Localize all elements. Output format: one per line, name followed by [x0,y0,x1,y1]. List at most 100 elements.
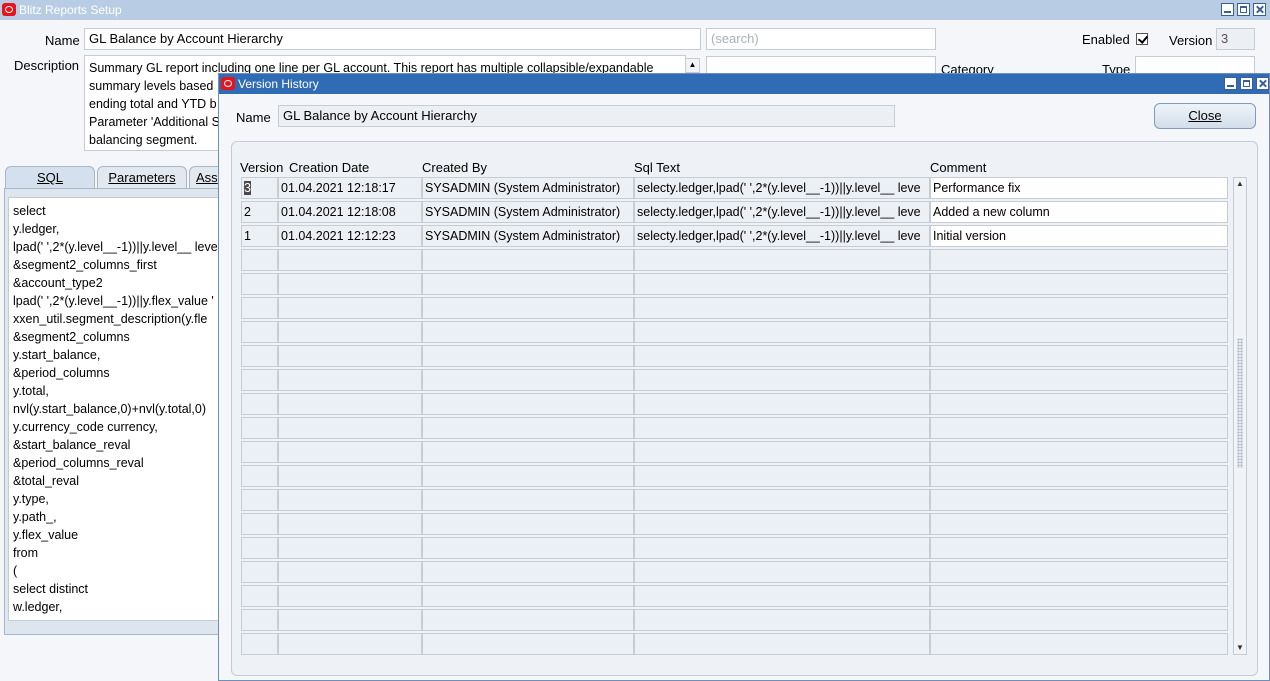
maximize-icon[interactable] [1237,3,1250,16]
empty-row-created-by[interactable] [422,369,634,391]
empty-row-comment[interactable] [930,297,1228,319]
empty-row-comment[interactable] [930,417,1228,439]
empty-row-date[interactable] [278,489,422,511]
empty-row-created-by[interactable] [422,585,634,607]
empty-row-sql-text[interactable] [634,273,930,295]
empty-row-version[interactable] [241,369,278,391]
empty-row-version[interactable] [241,393,278,415]
empty-row-comment[interactable] [930,585,1228,607]
empty-row-sql-text[interactable] [634,249,930,271]
empty-row-date[interactable] [278,393,422,415]
empty-row-comment[interactable] [930,633,1228,655]
minimize-icon[interactable] [1221,3,1234,16]
empty-row-comment[interactable] [930,369,1228,391]
empty-row-sql-text[interactable] [634,369,930,391]
empty-row-comment[interactable] [930,513,1228,535]
empty-row-version[interactable] [241,633,278,655]
table-row-sql-text[interactable]: selecty.ledger,lpad(' ',2*(y.level__-1))… [634,225,930,247]
empty-row-sql-text[interactable] [634,633,930,655]
empty-row-date[interactable] [278,441,422,463]
table-row-version[interactable]: 2 [241,201,278,223]
empty-row-comment[interactable] [930,249,1228,271]
empty-row-sql-text[interactable] [634,537,930,559]
empty-row-sql-text[interactable] [634,345,930,367]
empty-row-version[interactable] [241,561,278,583]
table-row-comment[interactable]: Initial version [930,225,1228,247]
empty-row-sql-text[interactable] [634,561,930,583]
tab-sql[interactable]: SQL [5,166,95,189]
empty-row-date[interactable] [278,609,422,631]
scroll-grip-icon[interactable] [1237,338,1243,468]
empty-row-version[interactable] [241,273,278,295]
empty-row-sql-text[interactable] [634,585,930,607]
empty-row-version[interactable] [241,489,278,511]
empty-row-date[interactable] [278,369,422,391]
empty-row-version[interactable] [241,441,278,463]
empty-row-version[interactable] [241,585,278,607]
empty-row-created-by[interactable] [422,273,634,295]
empty-row-comment[interactable] [930,609,1228,631]
empty-row-date[interactable] [278,345,422,367]
empty-row-comment[interactable] [930,537,1228,559]
empty-row-comment[interactable] [930,393,1228,415]
empty-row-comment[interactable] [930,345,1228,367]
empty-row-created-by[interactable] [422,249,634,271]
report-name-field[interactable]: GL Balance by Account Hierarchy [84,28,701,50]
empty-row-created-by[interactable] [422,537,634,559]
close-icon[interactable] [1253,3,1266,16]
empty-row-sql-text[interactable] [634,609,930,631]
empty-row-comment[interactable] [930,321,1228,343]
empty-row-created-by[interactable] [422,297,634,319]
maximize-icon[interactable] [1240,77,1253,90]
scroll-up-icon[interactable]: ▲ [1235,179,1245,189]
empty-row-comment[interactable] [930,441,1228,463]
empty-row-version[interactable] [241,513,278,535]
empty-row-version[interactable] [241,345,278,367]
empty-row-date[interactable] [278,297,422,319]
empty-row-created-by[interactable] [422,633,634,655]
empty-row-version[interactable] [241,417,278,439]
table-row-date[interactable]: 01.04.2021 12:12:23 [278,225,422,247]
empty-row-date[interactable] [278,537,422,559]
empty-row-sql-text[interactable] [634,321,930,343]
empty-row-sql-text[interactable] [634,441,930,463]
empty-row-created-by[interactable] [422,345,634,367]
close-button[interactable]: Close [1154,103,1256,129]
empty-row-created-by[interactable] [422,513,634,535]
empty-row-sql-text[interactable] [634,393,930,415]
table-row-sql-text[interactable]: selecty.ledger,lpad(' ',2*(y.level__-1))… [634,177,930,199]
empty-row-date[interactable] [278,513,422,535]
table-row-date[interactable]: 01.04.2021 12:18:08 [278,201,422,223]
empty-row-comment[interactable] [930,561,1228,583]
empty-row-comment[interactable] [930,465,1228,487]
empty-row-created-by[interactable] [422,561,634,583]
vertical-scrollbar[interactable]: ▲ ▼ [1233,177,1247,655]
empty-row-created-by[interactable] [422,321,634,343]
empty-row-created-by[interactable] [422,609,634,631]
table-row-created-by[interactable]: SYSADMIN (System Administrator) [422,225,634,247]
empty-row-date[interactable] [278,417,422,439]
scroll-down-icon[interactable]: ▼ [1235,643,1245,653]
table-row-created-by[interactable]: SYSADMIN (System Administrator) [422,177,634,199]
empty-row-date[interactable] [278,633,422,655]
table-row-date[interactable]: 01.04.2021 12:18:17 [278,177,422,199]
empty-row-sql-text[interactable] [634,489,930,511]
empty-row-version[interactable] [241,537,278,559]
empty-row-sql-text[interactable] [634,297,930,319]
empty-row-created-by[interactable] [422,489,634,511]
table-row-created-by[interactable]: SYSADMIN (System Administrator) [422,201,634,223]
empty-row-created-by[interactable] [422,465,634,487]
empty-row-date[interactable] [278,249,422,271]
close-icon[interactable] [1256,77,1269,90]
empty-row-comment[interactable] [930,273,1228,295]
empty-row-version[interactable] [241,297,278,319]
search-field[interactable]: (search) [706,28,936,50]
empty-row-date[interactable] [278,273,422,295]
empty-row-date[interactable] [278,585,422,607]
sql-text-area[interactable]: select y.ledger, lpad(' ',2*(y.level__-1))… [8,197,234,621]
minimize-icon[interactable] [1224,77,1237,90]
empty-row-version[interactable] [241,249,278,271]
empty-row-version[interactable] [241,321,278,343]
table-row-comment[interactable]: Performance fix [930,177,1228,199]
empty-row-date[interactable] [278,561,422,583]
